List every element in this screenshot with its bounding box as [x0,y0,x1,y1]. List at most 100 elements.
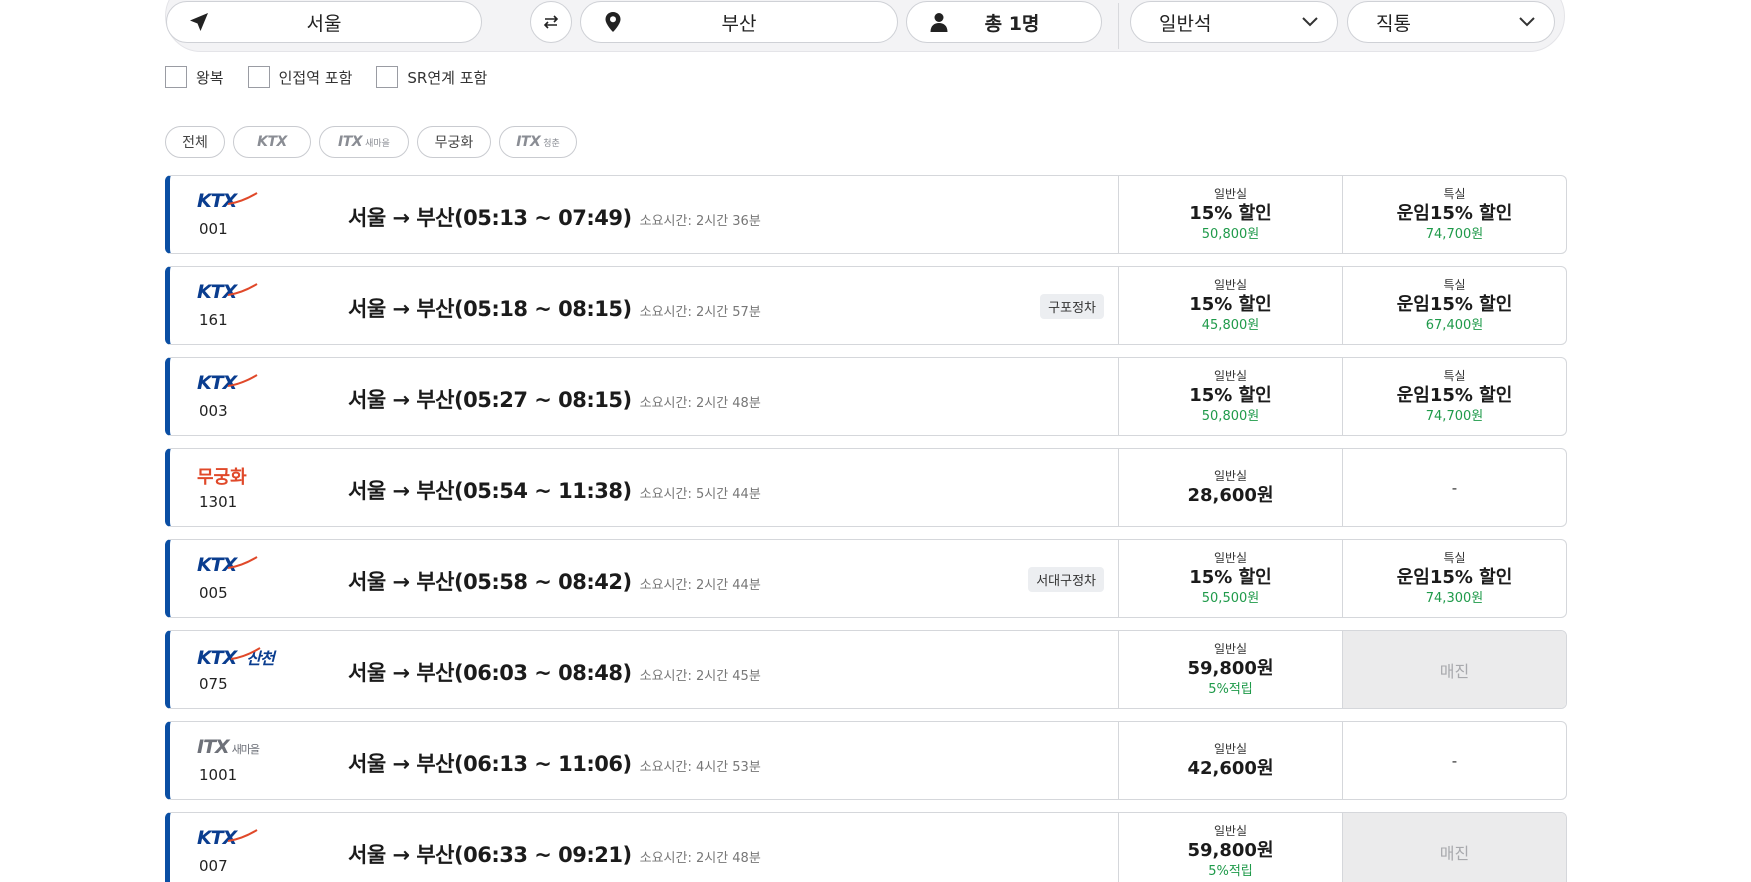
general-seat-cls: 일반실 [1213,641,1248,656]
special-seat-cls: 특실 [1443,277,1466,292]
filter-itx-saemaeul[interactable]: ITX 새마을 [319,126,409,158]
train-list: KTX 001 서울 → 부산(05:13 ~ 07:49) 소요시간: 2시간 36… [165,175,1567,882]
train-number: 1001 [199,766,238,784]
general-seat-button[interactable]: 일반실 15% 할인 50,800원 [1118,358,1342,435]
general-seat-main: 15% 할인 [1189,384,1272,406]
general-seat-cls: 일반실 [1213,277,1248,292]
general-seat-price: 45,800원 [1201,317,1260,333]
duration-label: 소요시간: 2시간 48분 [639,396,761,411]
route-label: 서울 → 부산(06:33 ~ 09:21) [348,843,632,867]
general-seat-button[interactable]: 일반실 15% 할인 45,800원 [1118,267,1342,344]
general-seat-main: 59,800원 [1187,657,1274,679]
general-seat-cls: 일반실 [1213,823,1248,838]
checkbox-box[interactable] [165,66,187,88]
train-row[interactable]: ITX 새마을 1001 서울 → 부산(06:13 ~ 11:06) 소요시간: 4시… [165,721,1567,800]
route-time: 서울 → 부산(05:58 ~ 08:42) 소요시간: 2시간 44분 [348,566,761,596]
special-seat-button[interactable]: 특실 운임15% 할인 74,300원 [1342,540,1566,617]
swap-stations-button[interactable] [530,1,572,43]
arrival-field[interactable]: 부산 [580,1,898,43]
special-seat-cls: 특실 [1443,186,1466,201]
special-seat-button[interactable]: 특실 운임15% 할인 67,400원 [1342,267,1566,344]
brand-label: 무궁화 [197,467,247,488]
route-time: 서울 → 부산(05:18 ~ 08:15) 소요시간: 2시간 57분 [348,293,761,323]
checkbox-label: SR연계 포함 [407,68,488,87]
filter-all[interactable]: 전체 [165,126,225,158]
brand-sub-label: 새마을 [231,743,260,756]
general-seat-button[interactable]: 일반실 15% 할인 50,800원 [1118,176,1342,253]
train-row[interactable]: KTX 161 서울 → 부산(05:18 ~ 08:15) 소요시간: 2시간 57… [165,266,1567,345]
route-label: 서울 → 부산(05:18 ~ 08:15) [348,297,632,321]
itx-logo: ITX [338,134,363,150]
general-seat-button[interactable]: 일반실 28,600원 [1118,449,1342,526]
route-type-select[interactable]: 직통 [1347,1,1555,43]
special-seat-cls: 특실 [1443,550,1466,565]
train-row[interactable]: KTX 003 서울 → 부산(05:27 ~ 08:15) 소요시간: 2시간 48… [165,357,1567,436]
itx-logo: ITX [516,134,541,150]
special-seat-unavailable: - [1342,722,1566,799]
route-label: 서울 → 부산(05:13 ~ 07:49) [348,206,632,230]
ktx-swoosh-icon [228,829,258,842]
ktx-swoosh-icon [228,283,258,296]
train-row[interactable]: KTX 001 서울 → 부산(05:13 ~ 07:49) 소요시간: 2시간 36… [165,175,1567,254]
route-label: 서울 → 부산(05:54 ~ 11:38) [348,479,632,503]
train-row[interactable]: 무궁화 1301 서울 → 부산(05:54 ~ 11:38) 소요시간: 5시간 4… [165,448,1567,527]
train-number: 161 [199,311,228,329]
general-seat-cls: 일반실 [1213,468,1248,483]
route-time: 서울 → 부산(06:13 ~ 11:06) 소요시간: 4시간 53분 [348,748,761,778]
general-seat-button[interactable]: 일반실 59,800원 5%적립 [1118,631,1342,708]
special-seat-unavailable: - [1342,449,1566,526]
seat-class-select[interactable]: 일반석 [1130,1,1338,43]
include-nearby-checkbox[interactable]: 인접역 포함 [247,66,352,88]
chevron-down-icon [1519,17,1535,27]
train-number: 003 [199,402,228,420]
special-seat-price: 74,700원 [1425,408,1484,424]
include-sr-checkbox[interactable]: SR연계 포함 [376,66,487,88]
soldout-label: 매진 [1439,843,1470,863]
route-time: 서울 → 부산(05:13 ~ 07:49) 소요시간: 2시간 36분 [348,202,761,232]
route-time: 서울 → 부산(06:03 ~ 08:48) 소요시간: 2시간 45분 [348,657,761,687]
train-row[interactable]: KTX 005 서울 → 부산(05:58 ~ 08:42) 소요시간: 2시간 44… [165,539,1567,618]
round-trip-checkbox[interactable]: 왕복 [165,66,224,88]
duration-label: 소요시간: 2시간 44분 [639,578,761,593]
ktx-swoosh-icon [228,192,258,205]
train-number: 1301 [199,493,238,511]
unavailable-label: - [1451,478,1458,497]
duration-label: 소요시간: 2시간 57분 [639,305,761,320]
ktx-logo: KTX [197,554,258,578]
unavailable-label: - [1451,751,1458,770]
general-seat-main: 15% 할인 [1189,566,1272,588]
duration-label: 소요시간: 2시간 36분 [639,214,761,229]
divider [1118,3,1119,49]
general-seat-main: 15% 할인 [1189,202,1272,224]
general-seat-button[interactable]: 일반실 15% 할인 50,500원 [1118,540,1342,617]
ktx-logo: KTX [197,190,258,214]
passenger-field[interactable]: 총 1명 [906,1,1102,43]
checkbox-box[interactable] [376,66,399,88]
special-seat-main: 운임15% 할인 [1396,384,1513,406]
ktx-logo: KTX [197,281,258,305]
train-number: 005 [199,584,228,602]
special-seat-button[interactable]: 특실 운임15% 할인 74,700원 [1342,176,1566,253]
train-row[interactable]: KTX 산천 075 서울 → 부산(06:03 ~ 08:48) 소요시간: 2시간 … [165,630,1567,709]
filter-mugunghwa[interactable]: 무궁화 [417,126,491,158]
checkbox-box[interactable] [247,66,270,88]
special-seat-soldout: 매진 [1342,813,1566,882]
train-row[interactable]: KTX 007 서울 → 부산(06:33 ~ 09:21) 소요시간: 2시간 48… [165,812,1567,882]
general-seat-button[interactable]: 일반실 59,800원 5%적립 [1118,813,1342,882]
mugunghwa-logo: 무궁화 [197,463,247,488]
filter-label: 전체 [182,135,208,151]
person-icon [930,13,948,32]
train-type-filters: 전체 KTX ITX 새마을 무궁화 ITX 청춘 [165,126,585,158]
departure-field[interactable]: 서울 [166,1,482,43]
general-seat-price: 50,800원 [1201,226,1260,242]
filter-itx-cheongchun[interactable]: ITX 청춘 [499,126,577,158]
general-seat-button[interactable]: 일반실 42,600원 [1118,722,1342,799]
ktx-swoosh-icon [228,556,258,569]
stop-badge: 구포정차 [1040,294,1104,319]
train-number: 007 [199,857,228,875]
ktx-logo-text: KTX [197,190,258,212]
general-seat-cls: 일반실 [1213,368,1248,383]
filter-ktx[interactable]: KTX [233,126,311,158]
search-options: 왕복 인접역 포함 SR연계 포함 [165,66,511,88]
special-seat-button[interactable]: 특실 운임15% 할인 74,700원 [1342,358,1566,435]
